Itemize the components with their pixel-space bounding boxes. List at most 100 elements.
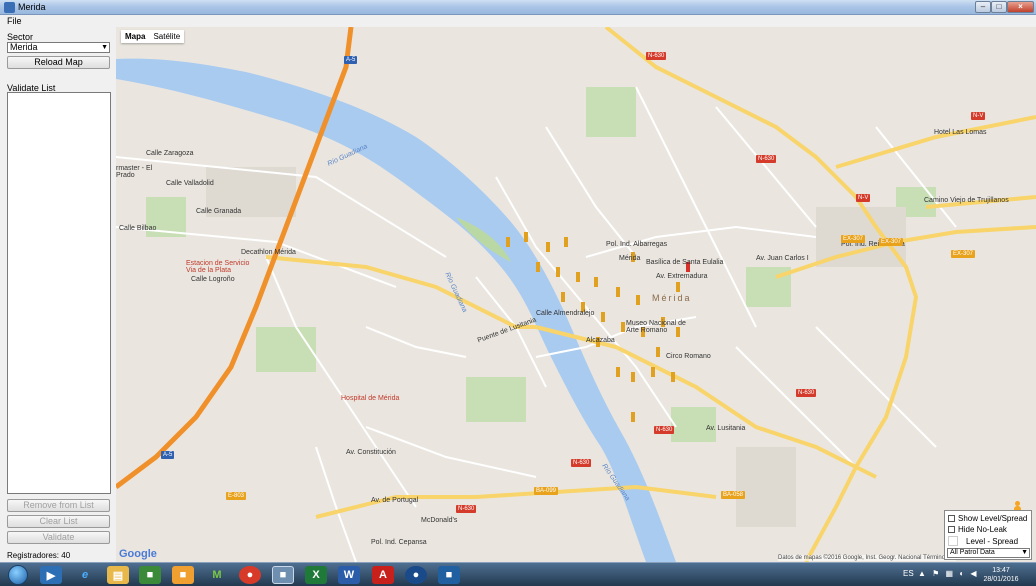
level-spread-label: Level - Spread [966,537,1019,546]
language-indicator[interactable]: ES [903,569,914,578]
level-swatch [948,536,958,546]
validate-listbox[interactable] [7,92,111,494]
street-label: Av. Lusitania [706,425,746,432]
road-badge: EX-307 [841,235,866,243]
word-icon[interactable]: W [338,566,360,584]
road-badge: EX-307 [951,250,976,258]
city-label: Mérida [652,293,692,303]
show-level-spread-label: Show Level/Spread [958,514,1028,523]
street-label: Av. Extremadura [656,273,708,280]
street-label: Calle Bilbao [119,225,157,232]
road-badge: A-5 [161,451,175,459]
maximize-button[interactable]: □ [991,1,1007,13]
menu-bar: File [0,15,1036,27]
pdf-icon[interactable]: A [372,566,394,584]
road-badge: BA-058 [721,491,746,499]
start-button[interactable] [8,565,28,585]
excel-icon[interactable]: X [305,566,327,584]
clock[interactable]: 13:47 28/01/2016 [981,566,1021,584]
chevron-down-icon: ▼ [1021,549,1028,556]
park-area [256,327,316,372]
road-badge: E-803 [226,492,247,500]
circo-label: Circo Romano [666,353,711,360]
street-label: Calle Almendralejo [536,310,595,317]
road-badge: A-5 [344,56,358,64]
sector-label: Sector [7,32,34,42]
app-icon [4,2,15,13]
street-label: Av. Juan Carlos I [756,255,809,262]
checkbox-icon [948,526,955,533]
clear-list-button[interactable]: Clear List [7,515,110,528]
alcazaba-label: Alcazaba [586,337,615,344]
decathlon-label: Decathlon Mérida [241,249,296,256]
taskbar: ▶ e ▤ ■ ■ M ● ■ X W A ● ■ ES ▲ ⚑ ▦ ◐ ◀ 1… [0,562,1036,586]
checkbox-icon [948,515,955,522]
app-icon-orange[interactable]: ■ [172,566,194,584]
app-icon-blue-2[interactable]: ■ [438,566,460,584]
street-label: Calle Zaragoza [146,150,194,157]
road-badge: EX-307 [879,238,904,246]
road-badge: N-V [971,112,986,120]
movistar-icon[interactable]: M [206,566,228,584]
map-type-mapa[interactable]: Mapa [121,30,149,43]
urban-block [736,447,796,527]
basilica-label: Basílica de Santa Eulalia [646,259,724,266]
title-bar: Merida – □ × [0,0,1036,15]
street-label: Calle Granada [196,208,242,215]
museum-label: Museo Nacional de Arte Romano [626,320,686,334]
poligono-label: Pol. Ind. Cepansa [371,539,427,546]
patrol-data-value: All Patrol Data [950,549,995,556]
google-logo: Google [119,548,157,560]
reload-map-button[interactable]: Reload Map [7,56,110,69]
gas-station-label: Estacion de Servicio Via de la Plata [186,260,250,274]
street-label: Av. de Portugal [371,497,419,504]
map-view[interactable]: Mapa Satélite Río Guadiana Río Guadiana … [116,27,1036,562]
road-badge: N-630 [654,426,675,434]
remove-from-list-button[interactable]: Remove from List [7,499,110,512]
clock-date: 28/01/2016 [983,576,1019,583]
tray-icons[interactable]: ▲ ⚑ ▦ ◐ ◀ [918,569,979,578]
road-badge: N-630 [646,52,667,60]
app-icon-green[interactable]: ■ [139,566,161,584]
main-roads [265,27,1036,562]
validate-button[interactable]: Validate [7,531,110,544]
menu-file[interactable]: File [7,16,22,26]
street-label: Calle Logroño [191,276,235,283]
road-badge: BA-099 [534,487,559,495]
legend-panel: Show Level/Spread Hide No-Leak Level - S… [944,510,1032,560]
file-explorer-icon[interactable]: ▤ [107,566,129,584]
road-badge: N-630 [456,505,477,513]
hide-no-leak-checkbox[interactable]: Hide No-Leak [948,525,1007,534]
map-copyright: Datos de mapas ©2016 Google, Inst. Geogr… [778,555,957,561]
merida-app-icon[interactable]: ■ [272,566,294,584]
map-type-control: Mapa Satélite [121,30,185,43]
poi-label: rmaster - El Prado [116,165,153,179]
station-label: Mérida [619,255,641,262]
show-level-spread-checkbox[interactable]: Show Level/Spread [948,514,1027,523]
media-player-icon[interactable]: ▶ [40,566,62,584]
close-button[interactable]: × [1007,1,1034,13]
app-icon-blue[interactable]: ● [405,566,427,584]
sector-dropdown[interactable]: Merida ▼ [7,42,110,53]
map-type-satelite[interactable]: Satélite [149,30,184,43]
hospital-label: Hospital de Mérida [341,395,400,402]
hide-no-leak-label: Hide No-Leak [958,525,1007,534]
patrol-data-dropdown[interactable]: All Patrol Data ▼ [947,548,1030,558]
restaurant-label: McDonald's [421,517,458,524]
internet-explorer-icon[interactable]: e [74,566,96,584]
road-badge: N-V [856,194,871,202]
park-area [586,87,636,137]
window-title: Merida [18,2,46,12]
registradores-count: Registradores: 40 [7,551,71,560]
map-canvas [116,27,1036,562]
app-icon-red[interactable]: ● [239,566,261,584]
clock-time: 13:47 [992,567,1010,574]
poligono-label: Pol. Ind. Albarregas [606,241,668,248]
street-label: Av. Constitución [346,449,396,456]
chevron-down-icon: ▼ [101,44,108,51]
park-area [466,377,526,422]
sector-value: Merida [10,42,38,52]
road-badge: N-630 [756,155,777,163]
road-badge: N-630 [571,459,592,467]
minimize-button[interactable]: – [975,1,991,13]
